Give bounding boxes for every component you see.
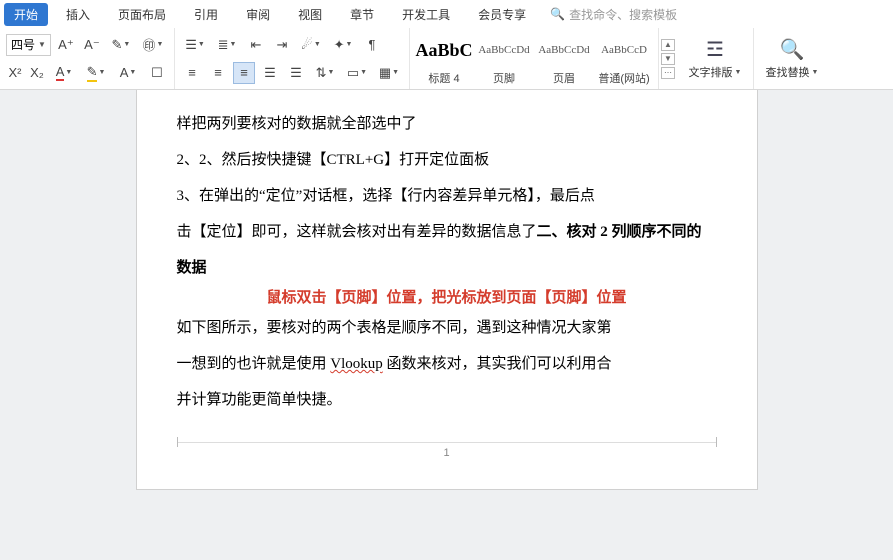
highlight-button[interactable]: ✎▼	[82, 62, 110, 84]
search-placeholder: 查找命令、搜索模板	[569, 6, 677, 23]
body-line: 击【定位】即可，这样就会核对出有差异的数据信息了二、核对 2 列顺序不同的数据	[177, 214, 717, 286]
change-case-button[interactable]: ㊞▼	[139, 34, 167, 56]
style-label: 页眉	[534, 70, 594, 86]
styles-gallery: AaBbC AaBbCcDd AaBbCcDd AaBbCcD 标题 4 页脚 …	[410, 28, 659, 89]
align-justify-button[interactable]: ☰	[259, 62, 281, 84]
style-footer[interactable]: AaBbCcDd	[474, 30, 534, 70]
find-replace-group: 🔍 查找替换▼	[754, 28, 830, 89]
superscript-button[interactable]: X²	[6, 62, 24, 84]
body-line: 并计算功能更简单快捷。	[177, 382, 717, 418]
style-label: 标题 4	[414, 70, 474, 86]
document-area[interactable]: 样把两列要核对的数据就全部选中了 2、2、然后按快捷键【CTRL+G】打开定位面…	[0, 90, 893, 560]
styles-expand[interactable]: ⋯	[661, 67, 675, 79]
body-line: 2、2、然后按快捷键【CTRL+G】打开定位面板	[177, 142, 717, 178]
body-line: 样把两列要核对的数据就全部选中了	[177, 106, 717, 142]
text-layout-button[interactable]: ☲ 文字排版▼	[683, 37, 747, 80]
tab-start[interactable]: 开始	[4, 3, 48, 26]
font-size-dropdown[interactable]: 四号 ▼	[6, 34, 51, 56]
hint-line: 鼠标双击【页脚】位置，把光标放到页面【页脚】位置	[177, 286, 717, 310]
styles-scroll-down[interactable]: ▼	[661, 53, 675, 65]
style-label: 普通(网站)	[594, 70, 654, 86]
tab-references[interactable]: 引用	[184, 3, 228, 26]
char-shading-button[interactable]: A▼	[114, 62, 142, 84]
font-group: 四号 ▼ A⁺ A⁻ ✎▼ ㊞▼ X² X₂ A▼ ✎▼ A▼ ☐	[0, 28, 175, 89]
text-layout-group: ☲ 文字排版▼	[677, 28, 754, 89]
body-line: 如下图所示，要核对的两个表格是顺序不同，遇到这种情况大家第	[177, 310, 717, 346]
tab-dev-tools[interactable]: 开发工具	[392, 3, 460, 26]
char-border-button[interactable]: ☐	[146, 62, 168, 84]
grow-font-button[interactable]: A⁺	[55, 34, 77, 56]
text-layout-icon: ☲	[706, 37, 724, 62]
tab-view[interactable]: 视图	[288, 3, 332, 26]
style-header[interactable]: AaBbCcDd	[534, 30, 594, 70]
style-label: 页脚	[474, 70, 534, 86]
menu-bar: 开始 插入 页面布局 引用 审阅 视图 章节 开发工具 会员专享 🔍 查找命令、…	[0, 0, 893, 28]
align-left-button[interactable]: ≡	[181, 62, 203, 84]
increase-indent-button[interactable]: ⇥	[271, 34, 293, 56]
borders-button[interactable]: ▦▼	[375, 62, 403, 84]
shrink-font-button[interactable]: A⁻	[81, 34, 103, 56]
magnifier-icon: 🔍	[780, 37, 805, 62]
tab-sections[interactable]: 章节	[340, 3, 384, 26]
align-right-button[interactable]: ≡	[233, 62, 255, 84]
text-direction-button[interactable]: ☄▼	[297, 34, 325, 56]
align-distribute-button[interactable]: ☰	[285, 62, 307, 84]
clear-format-button[interactable]: ✎▼	[107, 34, 135, 56]
line-spacing-button[interactable]: ⇅▼	[311, 62, 339, 84]
search-icon: 🔍	[550, 7, 565, 21]
align-center-button[interactable]: ≡	[207, 62, 229, 84]
style-normal-web[interactable]: AaBbCcD	[594, 30, 654, 70]
numbering-button[interactable]: ≣▼	[213, 34, 241, 56]
spell-squiggle: Vlookup	[330, 356, 383, 372]
sort-button[interactable]: ✦▼	[329, 34, 357, 56]
paragraph-group: ☰▼ ≣▼ ⇤ ⇥ ☄▼ ✦▼ ¶ ≡ ≡ ≡ ☰ ☰ ⇅▼ ▭▼ ▦▼	[175, 28, 410, 89]
page[interactable]: 样把两列要核对的数据就全部选中了 2、2、然后按快捷键【CTRL+G】打开定位面…	[137, 90, 757, 489]
styles-nav: ▲ ▼ ⋯	[659, 28, 677, 89]
ribbon: 四号 ▼ A⁺ A⁻ ✎▼ ㊞▼ X² X₂ A▼ ✎▼ A▼ ☐ ☰▼ ≣▼ …	[0, 28, 893, 90]
tab-page-layout[interactable]: 页面布局	[108, 3, 176, 26]
font-size-value: 四号	[11, 36, 35, 53]
command-search[interactable]: 🔍 查找命令、搜索模板	[550, 6, 677, 23]
chevron-down-icon: ▼	[38, 40, 46, 49]
style-heading4[interactable]: AaBbC	[414, 30, 474, 70]
find-replace-button[interactable]: 🔍 查找替换▼	[760, 37, 824, 80]
font-color-button[interactable]: A▼	[50, 62, 78, 84]
tab-review[interactable]: 审阅	[236, 3, 280, 26]
decrease-indent-button[interactable]: ⇤	[245, 34, 267, 56]
shading-button[interactable]: ▭▼	[343, 62, 371, 84]
bullets-button[interactable]: ☰▼	[181, 34, 209, 56]
body-line: 3、在弹出的“定位”对话框，选择【行内容差异单元格】，最后点	[177, 178, 717, 214]
show-marks-button[interactable]: ¶	[361, 34, 383, 56]
page-number: 1	[177, 442, 717, 459]
subscript-button[interactable]: X₂	[28, 62, 46, 84]
tab-member[interactable]: 会员专享	[468, 3, 536, 26]
tab-insert[interactable]: 插入	[56, 3, 100, 26]
body-line: 一想到的也许就是使用 Vlookup 函数来核对，其实我们可以利用合	[177, 346, 717, 382]
styles-scroll-up[interactable]: ▲	[661, 39, 675, 51]
